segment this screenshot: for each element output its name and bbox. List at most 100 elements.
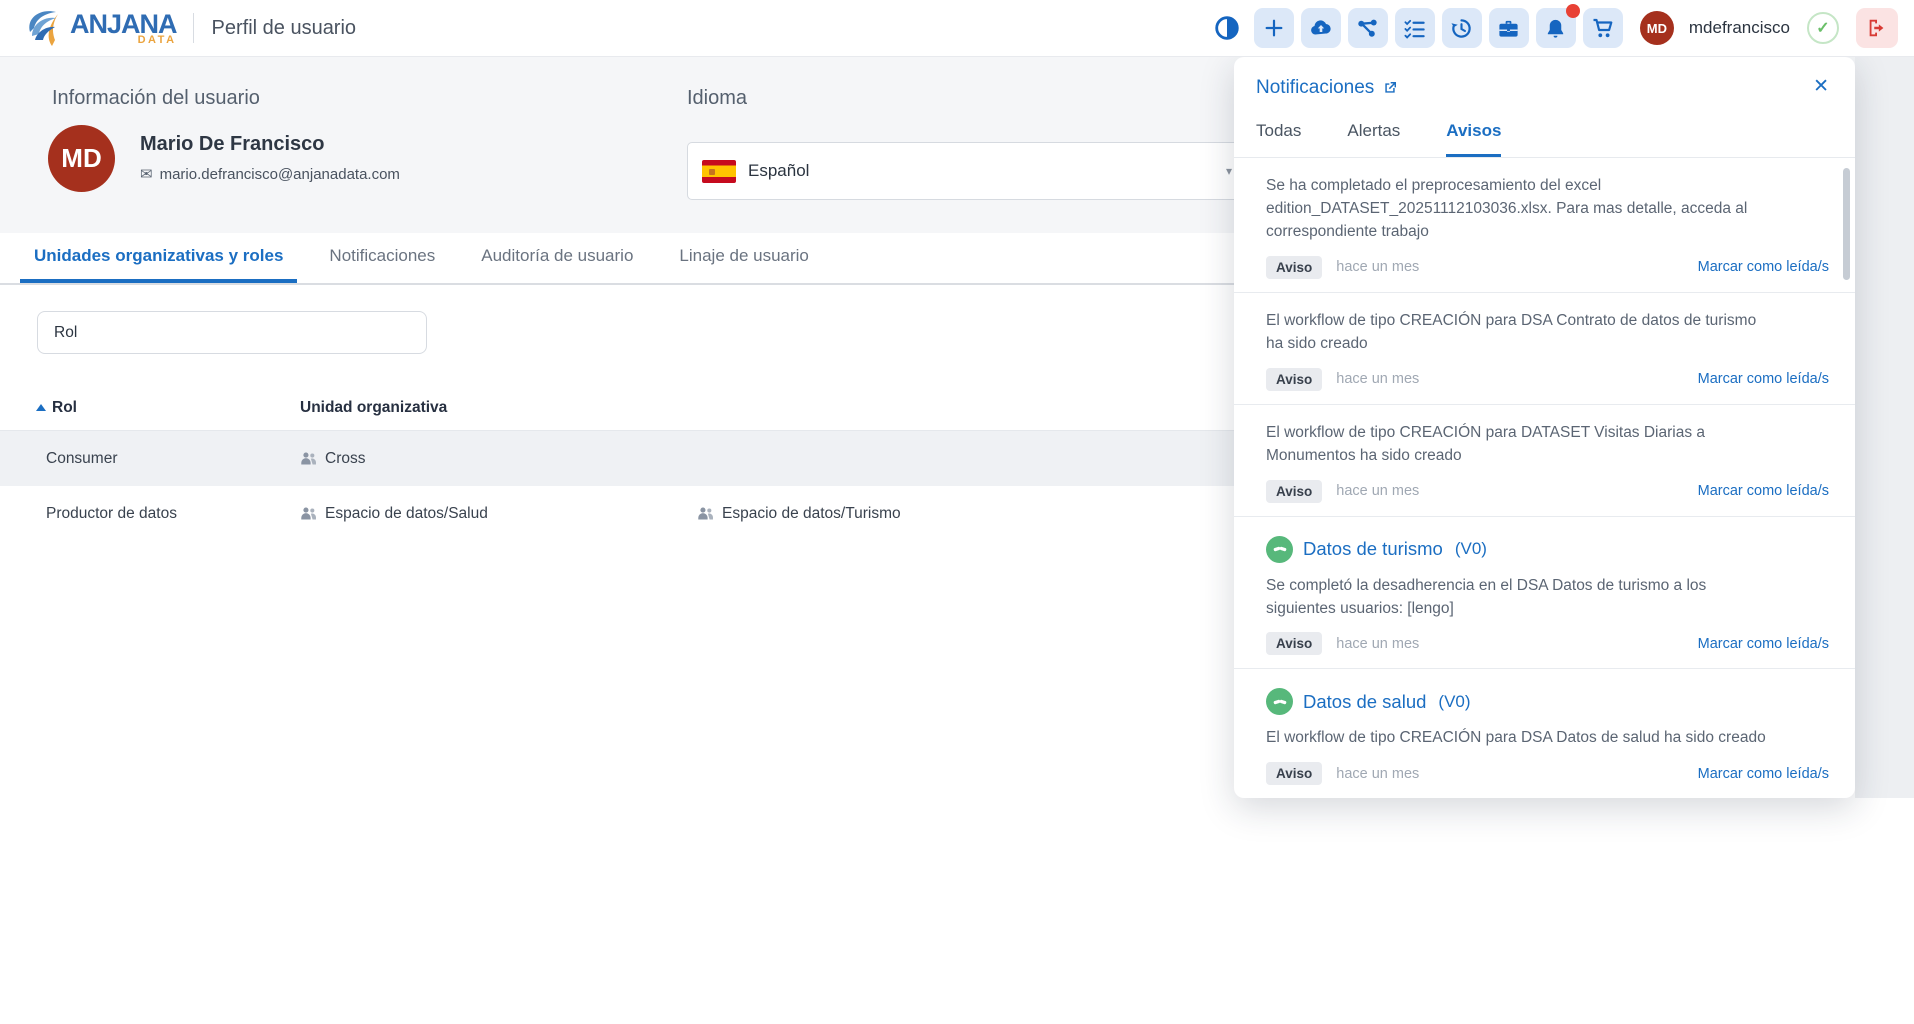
notification-message: El workflow de tipo CREACIÓN para DSA Co… xyxy=(1266,310,1766,356)
page-title: Perfil de usuario xyxy=(212,17,357,40)
notification-item: El workflow de tipo CREACIÓN para DSA Co… xyxy=(1234,293,1855,405)
history-icon xyxy=(1450,17,1473,40)
notif-tab-avisos[interactable]: Avisos xyxy=(1446,121,1501,157)
history-button[interactable] xyxy=(1442,8,1482,48)
workflow-button[interactable] xyxy=(1348,8,1388,48)
notification-entity-link[interactable]: Datos de salud xyxy=(1303,691,1426,713)
cloud-upload-icon xyxy=(1309,16,1333,40)
language-select[interactable]: Español ▾ xyxy=(687,142,1247,200)
cart-button[interactable] xyxy=(1583,8,1623,48)
info-section-title: Información del usuario xyxy=(52,87,260,110)
plus-icon xyxy=(1263,17,1285,39)
mark-as-read-link[interactable]: Marcar como leída/s xyxy=(1698,259,1829,275)
tab-unidades-organizativas[interactable]: Unidades organizativas y roles xyxy=(20,233,297,283)
tab-notificaciones[interactable]: Notificaciones xyxy=(315,233,449,283)
notifications-bell-button[interactable] xyxy=(1536,8,1576,48)
org-unit-icon xyxy=(697,506,714,521)
anjana-logo[interactable]: ANJANA DATA xyxy=(22,6,177,50)
aviso-badge: Aviso xyxy=(1266,256,1322,279)
add-button[interactable] xyxy=(1254,8,1294,48)
notification-entity-link[interactable]: Datos de turismo xyxy=(1303,538,1443,560)
language-label: Idioma xyxy=(687,87,747,110)
mail-icon: ✉ xyxy=(140,165,153,183)
profile-avatar: MD xyxy=(48,125,115,192)
right-background-strip xyxy=(1855,57,1914,798)
notification-item: Datos de salud (V0) El workflow de tipo … xyxy=(1234,669,1855,798)
notification-item: Datos de turismo (V0) Se completó la des… xyxy=(1234,517,1855,670)
unread-dot xyxy=(1566,4,1580,18)
checklist-button[interactable] xyxy=(1395,8,1435,48)
close-icon[interactable]: ✕ xyxy=(1813,77,1829,96)
rol-filter-input[interactable] xyxy=(37,311,427,354)
cell-rol: Consumer xyxy=(0,450,300,468)
notification-message: El workflow de tipo CREACIÓN para DATASE… xyxy=(1266,422,1766,468)
mark-as-read-link[interactable]: Marcar como leída/s xyxy=(1698,483,1829,499)
anjana-wing-icon xyxy=(22,6,68,50)
mark-as-read-link[interactable]: Marcar como leída/s xyxy=(1698,766,1829,782)
external-link-icon[interactable] xyxy=(1382,80,1398,96)
workflow-nodes-icon xyxy=(1356,17,1379,40)
briefcase-button[interactable] xyxy=(1489,8,1529,48)
notification-time: hace un mes xyxy=(1336,483,1419,499)
header-toolbar: MD mdefrancisco ✓ xyxy=(1207,8,1898,48)
contrast-toggle-button[interactable] xyxy=(1207,8,1247,48)
contrast-icon xyxy=(1214,15,1240,41)
notification-time: hace un mes xyxy=(1336,636,1419,652)
aviso-badge: Aviso xyxy=(1266,480,1322,503)
notification-message: Se completó la desadherencia en el DSA D… xyxy=(1266,575,1766,621)
handshake-icon xyxy=(1266,536,1293,563)
cell-rol: Productor de datos xyxy=(0,505,300,523)
notification-message: Se ha completado el preprocesamiento del… xyxy=(1266,175,1766,244)
app-header: ANJANA DATA Perfil de usuario xyxy=(0,0,1914,57)
chevron-down-icon: ▾ xyxy=(1226,164,1232,178)
profile-email: ✉ mario.defrancisco@anjanadata.com xyxy=(140,165,400,183)
checklist-icon xyxy=(1403,17,1426,40)
spain-flag-icon xyxy=(702,160,736,183)
notif-tab-todas[interactable]: Todas xyxy=(1256,121,1301,157)
notifications-title: Notificaciones xyxy=(1256,77,1398,99)
notif-tab-alertas[interactable]: Alertas xyxy=(1347,121,1400,157)
notification-time: hace un mes xyxy=(1336,371,1419,387)
logout-icon xyxy=(1866,17,1888,39)
app-screen: ANJANA DATA Perfil de usuario xyxy=(0,0,1914,1024)
notifications-panel: Notificaciones ✕ Todas Alertas Avisos Se… xyxy=(1234,57,1855,798)
logout-button[interactable] xyxy=(1856,8,1898,48)
profile-name: Mario De Francisco xyxy=(140,133,325,156)
bell-icon xyxy=(1544,17,1567,40)
handshake-icon xyxy=(1266,688,1293,715)
aviso-badge: Aviso xyxy=(1266,762,1322,785)
notification-time: hace un mes xyxy=(1336,259,1419,275)
aviso-badge: Aviso xyxy=(1266,368,1322,391)
mark-as-read-link[interactable]: Marcar como leída/s xyxy=(1698,371,1829,387)
tab-auditoria[interactable]: Auditoría de usuario xyxy=(467,233,647,283)
notification-time: hace un mes xyxy=(1336,766,1419,782)
org-unit-icon xyxy=(300,451,317,466)
notification-item: El workflow de tipo CREACIÓN para DATASE… xyxy=(1234,405,1855,517)
tab-linaje[interactable]: Linaje de usuario xyxy=(665,233,822,283)
user-avatar[interactable]: MD xyxy=(1640,11,1674,45)
notification-entity-version: (V0) xyxy=(1438,692,1470,712)
briefcase-icon xyxy=(1497,17,1520,40)
notification-message: El workflow de tipo CREACIÓN para DSA Da… xyxy=(1266,727,1766,750)
notifications-list: Se ha completado el preprocesamiento del… xyxy=(1234,158,1855,798)
org-unit-icon xyxy=(300,506,317,521)
column-header-unidad[interactable]: Unidad organizativa xyxy=(300,399,697,417)
cell-unidad: Cross xyxy=(300,450,697,468)
column-header-rol[interactable]: Rol xyxy=(0,399,300,417)
logo-text: ANJANA DATA xyxy=(70,11,177,46)
language-value: Español xyxy=(748,161,809,181)
aviso-badge: Aviso xyxy=(1266,632,1322,655)
cell-unidad: Espacio de datos/Salud xyxy=(300,505,697,523)
notification-entity-version: (V0) xyxy=(1455,539,1487,559)
notifications-tabs: Todas Alertas Avisos xyxy=(1234,99,1855,158)
cart-icon xyxy=(1591,16,1615,40)
panel-scrollbar[interactable] xyxy=(1843,168,1850,280)
username[interactable]: mdefrancisco xyxy=(1689,18,1790,38)
cloud-upload-button[interactable] xyxy=(1301,8,1341,48)
logo-sub: DATA xyxy=(70,35,177,46)
notification-item: Se ha completado el preprocesamiento del… xyxy=(1234,158,1855,293)
profile-email-text: mario.defrancisco@anjanadata.com xyxy=(160,166,400,183)
mark-as-read-link[interactable]: Marcar como leída/s xyxy=(1698,636,1829,652)
sort-asc-icon xyxy=(36,404,46,411)
title-separator xyxy=(193,13,194,43)
